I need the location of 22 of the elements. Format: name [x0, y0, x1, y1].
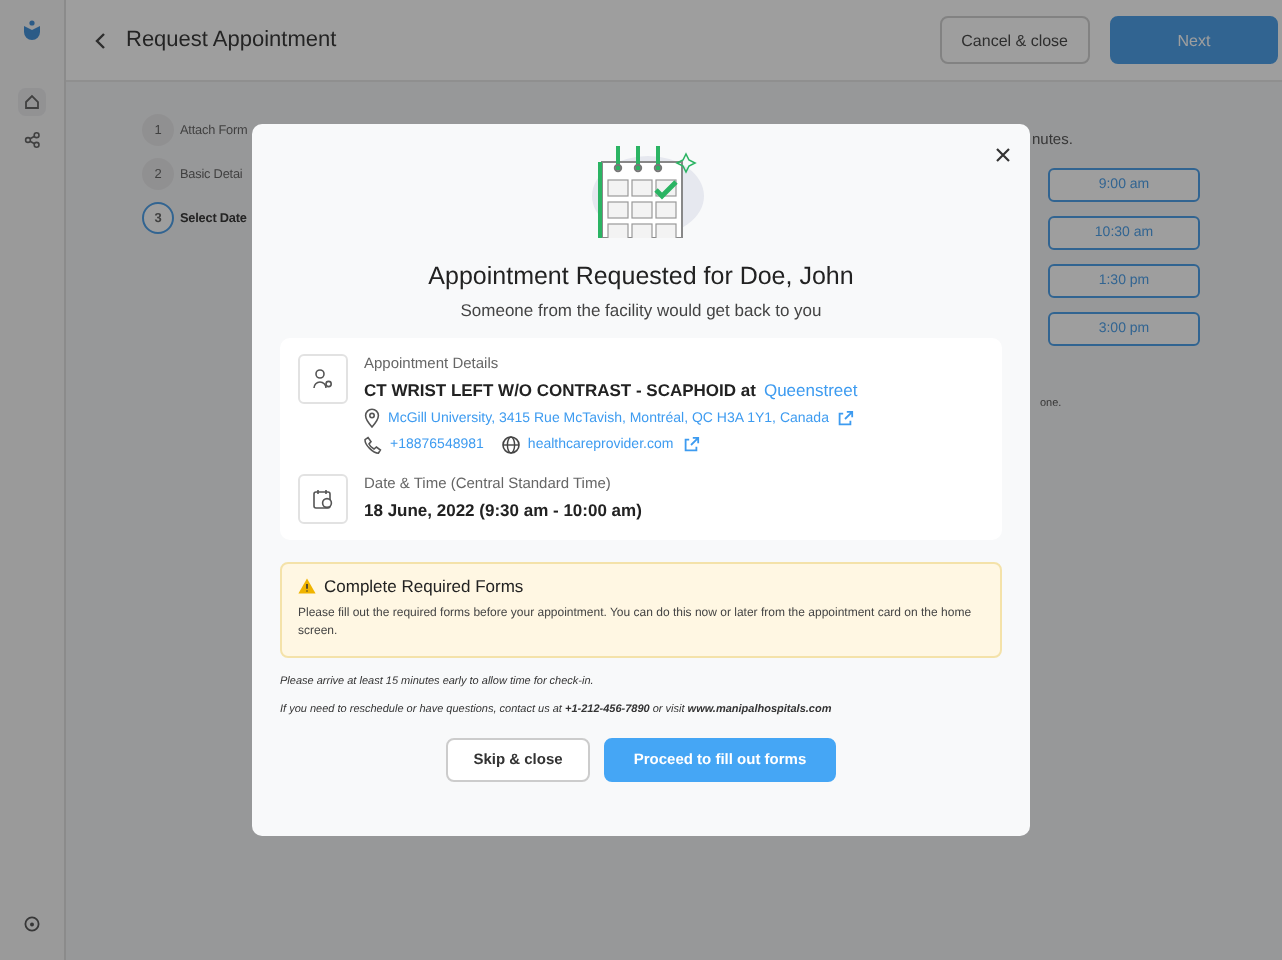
globe-icon	[501, 436, 520, 454]
appointment-datetime: 18 June, 2022 (9:30 am - 10:00 am)	[364, 500, 642, 520]
help-icon[interactable]	[24, 916, 40, 932]
calendar-clock-icon	[298, 474, 348, 524]
procedure-name: CT WRIST LEFT W/O CONTRAST - SCAPHOID at	[364, 380, 756, 400]
external-link-icon[interactable]	[681, 436, 700, 454]
facility-link[interactable]: Queenstreet	[763, 380, 858, 400]
warning-icon	[298, 578, 316, 594]
location-pin-icon	[364, 408, 380, 428]
back-icon[interactable]	[94, 31, 106, 49]
next-button[interactable]: Next	[1110, 16, 1278, 64]
external-link-icon[interactable]	[836, 409, 855, 427]
logo-icon[interactable]	[22, 20, 42, 44]
phone-icon	[364, 436, 382, 454]
provider-icon	[298, 354, 348, 404]
dialog-title: Appointment Requested for Doe, John	[428, 262, 854, 290]
alert-title: Complete Required Forms	[324, 576, 524, 596]
page-title: Request Appointment	[126, 28, 339, 52]
cancel-button[interactable]: Cancel & close	[939, 16, 1090, 64]
share-icon[interactable]	[24, 132, 40, 148]
home-icon[interactable]	[18, 88, 46, 116]
dialog-subtitle: Someone from the facility would get back to you	[460, 300, 822, 320]
